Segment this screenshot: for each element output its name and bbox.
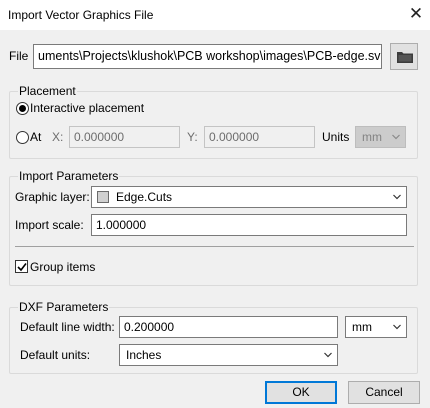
interactive-placement-radio[interactable] bbox=[16, 102, 29, 115]
graphic-layer-select[interactable]: Edge.Cuts bbox=[91, 186, 407, 208]
group-items-label[interactable]: Group items bbox=[30, 260, 95, 274]
dialog-title: Import Vector Graphics File bbox=[8, 8, 154, 22]
units-label: Units bbox=[322, 130, 350, 144]
default-line-width-input[interactable]: 0.200000 bbox=[119, 316, 338, 338]
import-parameters-legend: Import Parameters bbox=[18, 169, 120, 183]
chevron-down-icon bbox=[393, 194, 401, 200]
browse-button[interactable] bbox=[390, 43, 418, 70]
chevron-down-icon bbox=[324, 352, 332, 358]
file-path-input[interactable]: uments\Projects\klushok\PCB workshop\ima… bbox=[33, 44, 382, 69]
at-label[interactable]: At bbox=[30, 130, 41, 144]
group-items-checkbox[interactable] bbox=[15, 260, 28, 273]
x-label: X: bbox=[52, 130, 64, 144]
dxf-parameters-legend: DXF Parameters bbox=[18, 300, 110, 314]
default-units-select[interactable]: Inches bbox=[119, 344, 338, 366]
import-scale-input[interactable]: 1.000000 bbox=[91, 214, 407, 236]
line-width-unit-select[interactable]: mm bbox=[345, 316, 407, 338]
layer-color-swatch bbox=[97, 191, 109, 203]
units-select-value: mm bbox=[362, 130, 382, 144]
graphic-layer-value: Edge.Cuts bbox=[116, 190, 173, 204]
y-label: Y: bbox=[187, 130, 198, 144]
default-units-value: Inches bbox=[126, 348, 162, 362]
at-position-radio[interactable] bbox=[16, 131, 29, 144]
units-select[interactable]: mm bbox=[355, 126, 406, 148]
placement-legend: Placement bbox=[18, 84, 77, 98]
separator bbox=[15, 246, 414, 247]
chevron-down-icon bbox=[393, 324, 401, 330]
interactive-placement-label[interactable]: Interactive placement bbox=[30, 101, 144, 115]
radio-selected-dot bbox=[19, 105, 26, 112]
folder-icon bbox=[397, 52, 413, 63]
checkmark-icon bbox=[17, 263, 27, 272]
y-position-input[interactable]: 0.000000 bbox=[204, 126, 315, 148]
import-scale-label: Import scale: bbox=[15, 218, 84, 232]
close-icon[interactable]: ✕ bbox=[405, 2, 427, 26]
default-units-label: Default units: bbox=[20, 348, 91, 362]
ok-button[interactable]: OK bbox=[265, 381, 337, 404]
x-position-input[interactable]: 0.000000 bbox=[69, 126, 180, 148]
file-label: File bbox=[9, 49, 29, 63]
graphic-layer-label: Graphic layer: bbox=[15, 190, 90, 204]
cancel-button[interactable]: Cancel bbox=[348, 381, 420, 404]
default-line-width-label: Default line width: bbox=[20, 320, 115, 334]
line-width-unit-value: mm bbox=[352, 320, 372, 334]
chevron-down-icon bbox=[392, 134, 400, 140]
